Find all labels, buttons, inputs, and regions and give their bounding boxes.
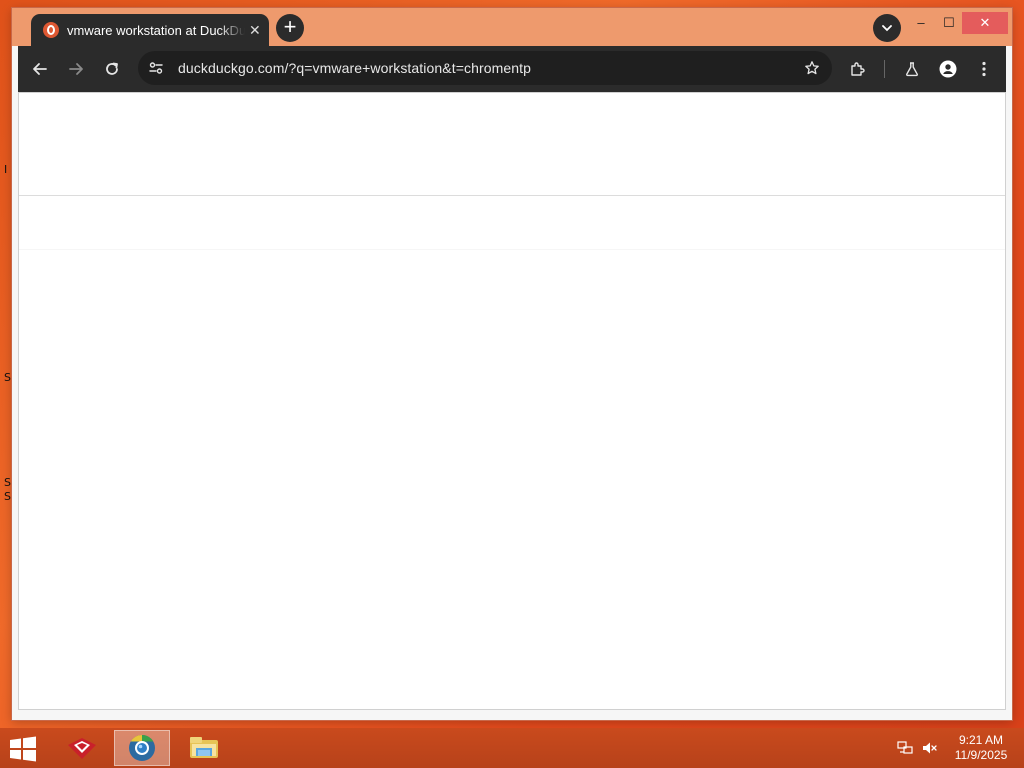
page-content[interactable] xyxy=(18,92,1006,710)
kebab-menu-icon xyxy=(982,61,986,77)
desktop-edge-text: S xyxy=(4,476,11,489)
desktop-edge-text: I xyxy=(4,163,8,176)
url-text[interactable]: duckduckgo.com/?q=vmware+workstation&t=c… xyxy=(178,60,531,76)
menu-button[interactable] xyxy=(974,59,994,79)
browser-toolbar: duckduckgo.com/?q=vmware+workstation&t=c… xyxy=(18,46,1006,92)
network-icon[interactable] xyxy=(897,740,913,756)
desktop-edge-text: S xyxy=(4,371,11,384)
clock-date: 11/9/2025 xyxy=(954,748,1008,762)
browser-titlebar[interactable]: vmware workstation at DuckDuckGo ✕ + – ☐… xyxy=(12,8,1012,46)
file-explorer-icon xyxy=(190,737,218,758)
toolbar-divider xyxy=(884,60,885,78)
arrow-left-icon xyxy=(33,63,47,75)
extensions-button[interactable] xyxy=(848,59,868,79)
profile-button[interactable] xyxy=(938,59,958,79)
close-window-button[interactable]: ✕ xyxy=(962,12,1008,34)
clock-time: 9:21 AM xyxy=(958,733,1004,747)
tab-search-button[interactable] xyxy=(873,14,901,42)
site-settings-icon[interactable] xyxy=(146,58,166,78)
browser-window: vmware workstation at DuckDuckGo ✕ + – ☐… xyxy=(12,8,1012,720)
forward-button[interactable] xyxy=(66,59,86,79)
address-bar[interactable]: duckduckgo.com/?q=vmware+workstation&t=c… xyxy=(138,51,832,85)
back-button[interactable] xyxy=(30,59,50,79)
taskbar-app-file-explorer[interactable] xyxy=(176,730,232,766)
desktop-edge-text: S xyxy=(4,490,11,503)
flask-icon xyxy=(906,62,918,77)
header-divider xyxy=(19,195,1005,196)
avatar-icon xyxy=(939,60,957,78)
volume-muted-icon[interactable] xyxy=(921,740,937,756)
taskbar-app-chrome[interactable] xyxy=(114,730,170,766)
browser-tab[interactable]: vmware workstation at DuckDuckGo ✕ xyxy=(31,14,269,46)
labs-button[interactable] xyxy=(902,59,922,79)
chevron-down-icon xyxy=(882,25,892,32)
puzzle-icon xyxy=(851,62,865,76)
taskbar-clock[interactable]: 9:21 AM 11/9/2025 xyxy=(946,733,1016,763)
reload-button[interactable] xyxy=(102,59,122,79)
taskbar: 9:21 AM 11/9/2025 xyxy=(0,728,1024,768)
new-tab-button[interactable]: + xyxy=(276,14,304,42)
bookmark-star-icon[interactable] xyxy=(802,58,822,78)
close-tab-icon[interactable]: ✕ xyxy=(245,22,265,39)
start-button[interactable] xyxy=(8,736,38,762)
arrow-right-icon xyxy=(69,63,83,75)
tab-title: vmware workstation at DuckDuckGo xyxy=(67,22,245,38)
chrome-icon xyxy=(129,734,155,761)
subheader-divider xyxy=(19,249,1005,250)
windows-logo-icon xyxy=(10,736,36,762)
reload-icon xyxy=(106,62,118,75)
app-icon-red-logo xyxy=(68,738,96,759)
taskbar-app-red-logo[interactable] xyxy=(54,730,110,766)
duckduckgo-icon xyxy=(43,22,59,38)
